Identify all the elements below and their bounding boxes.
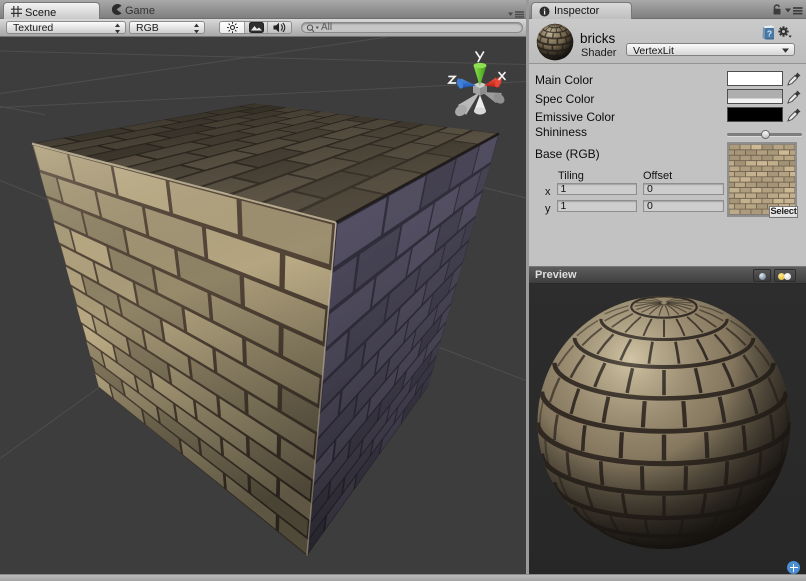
svg-text:?: ? xyxy=(767,28,772,38)
